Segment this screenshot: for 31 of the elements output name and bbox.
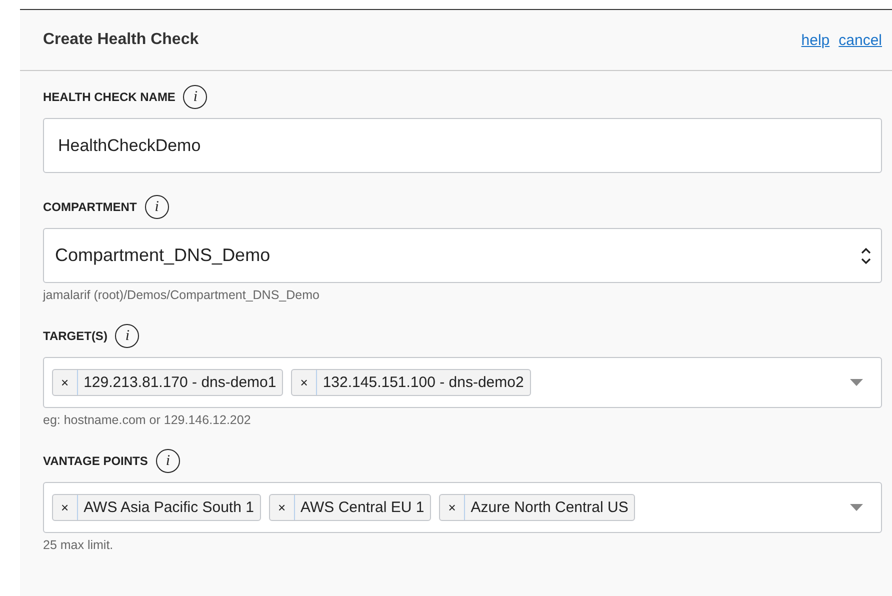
remove-button[interactable]: × [270, 495, 295, 520]
field-label: TARGET(S) [43, 329, 108, 343]
remove-button[interactable]: × [292, 370, 317, 395]
tag-label: Azure North Central US [470, 499, 630, 516]
hint-text: 25 max limit. [43, 538, 114, 552]
hint-text: jamalarif (root)/Demos/Compartment_DNS_Demo [43, 288, 320, 302]
remove-button[interactable]: × [53, 370, 78, 395]
header-link[interactable]: help [801, 32, 830, 48]
dropdown-caret-icon[interactable] [850, 504, 863, 511]
updown-chevron-icon [861, 246, 871, 264]
tag-label: 132.145.151.100 - dns-demo2 [322, 374, 525, 391]
compartment-select[interactable]: Compartment_DNS_Demo [43, 228, 882, 283]
field-label: COMPARTMENT [43, 200, 137, 214]
dialog-title: Create Health Check [43, 31, 199, 49]
remove-button[interactable]: × [440, 495, 465, 520]
info-icon[interactable]: i [183, 85, 208, 109]
tag-label: AWS Asia Pacific South 1 [82, 499, 255, 516]
dropdown-caret-icon[interactable] [850, 379, 863, 386]
info-icon[interactable]: i [115, 324, 140, 348]
tag-label: AWS Central EU 1 [300, 499, 426, 516]
tag-label: 129.213.81.170 - dns-demo1 [82, 374, 278, 391]
field-label: HEALTH CHECK NAME [43, 90, 176, 104]
hint-text: eg: hostname.com or 129.146.12.202 [43, 413, 252, 427]
name-field[interactable]: HealthCheckDemo [43, 118, 882, 173]
header-link[interactable]: cancel [838, 32, 882, 48]
remove-button[interactable]: × [53, 495, 78, 520]
info-icon[interactable]: i [144, 195, 169, 219]
multi-select-field[interactable]: × 129.213.81.170 - dns-demo1 × 132.145.151.100 - dns-demo2 [43, 357, 882, 408]
multi-select-field[interactable]: × AWS Asia Pacific South 1 × AWS Central EU 1 × Azure North Central US [43, 482, 882, 533]
field-label: VANTAGE POINTS [43, 454, 148, 468]
info-icon[interactable]: i [156, 449, 180, 473]
